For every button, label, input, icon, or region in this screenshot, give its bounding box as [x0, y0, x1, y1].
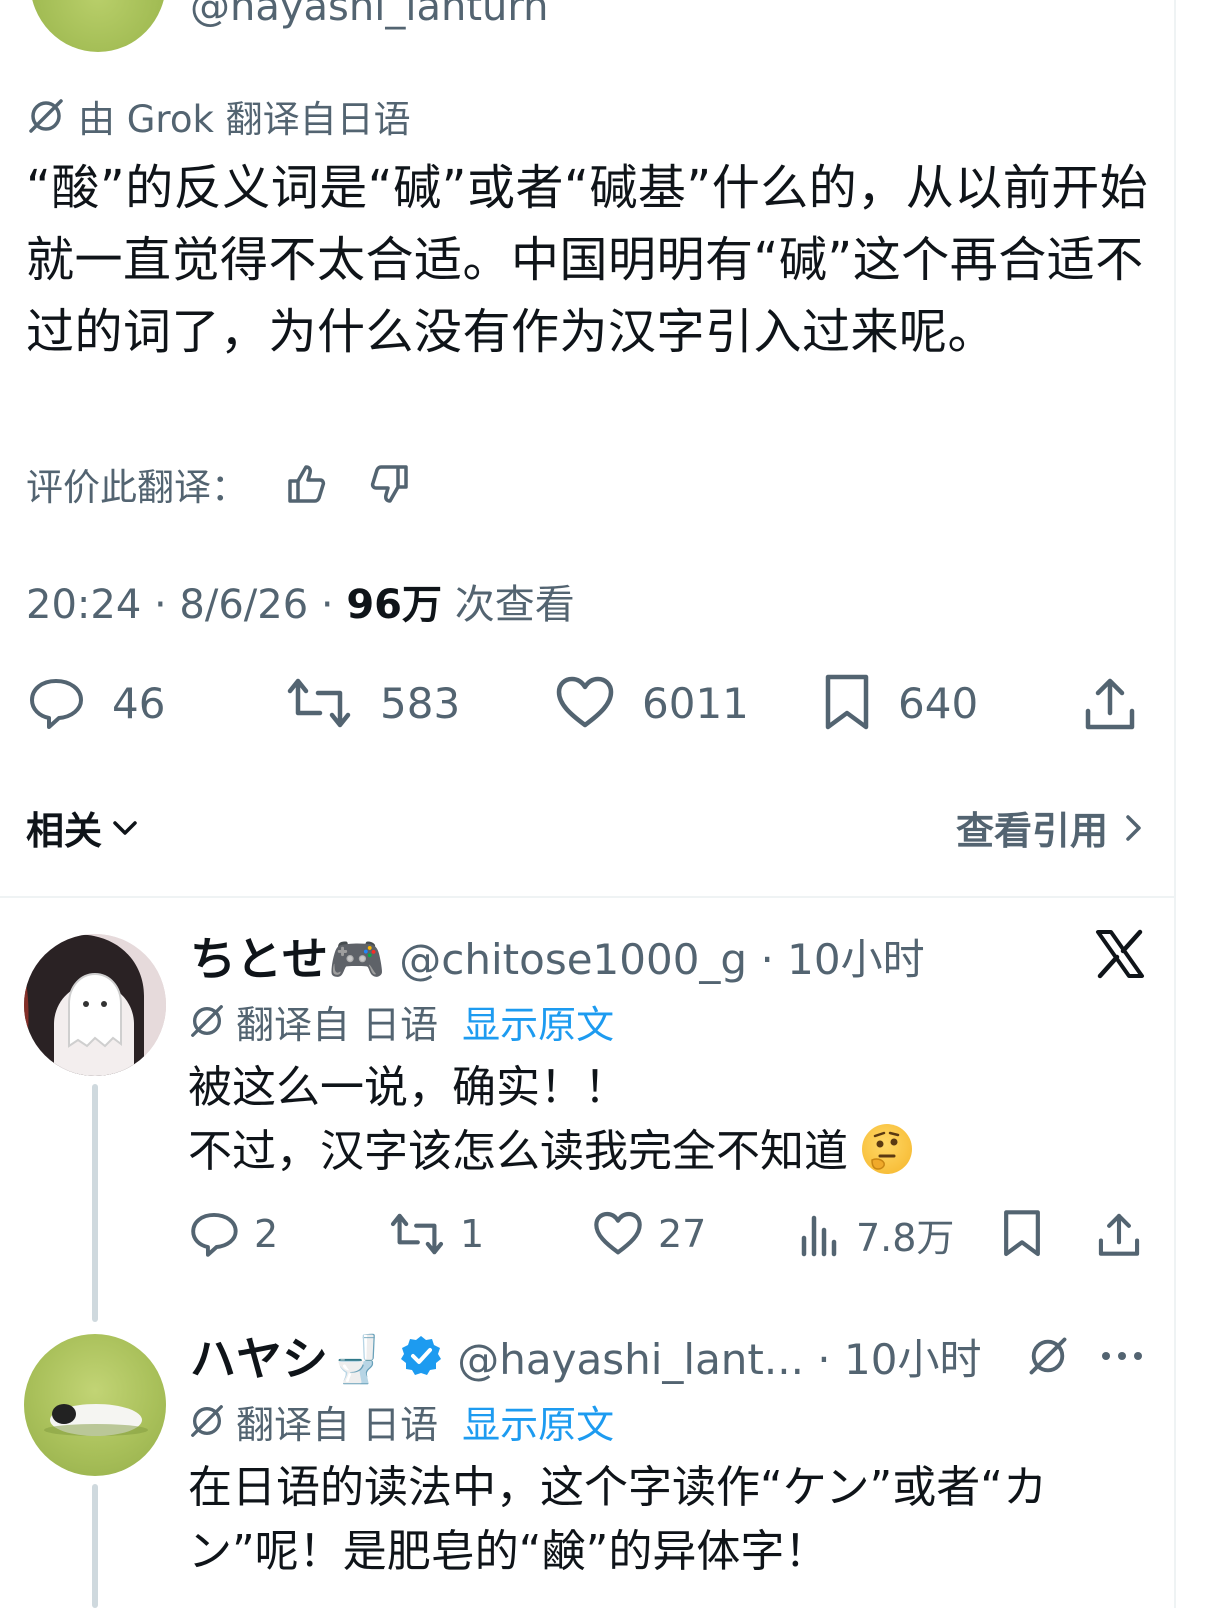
bookmark-icon: [1000, 1209, 1044, 1259]
reply-text-line: 被这么一说，确实！！: [188, 1062, 628, 1113]
translation-note-text: 由 Grok 翻译自日语: [78, 98, 411, 141]
thread-connector: [92, 1484, 98, 1608]
reply-author-name[interactable]: ちとせ🎮: [190, 923, 385, 989]
chevron-down-icon: [110, 813, 140, 843]
thinking-face-icon: [862, 1124, 912, 1174]
reply-button[interactable]: 2: [188, 1204, 278, 1264]
views-label: 次查看: [441, 582, 575, 628]
reply-avatar[interactable]: [24, 934, 166, 1076]
grok-translation-note: 由 Grok 翻译自日语: [26, 94, 411, 141]
reply-author-handle[interactable]: @hayashi_lant... · 10小时: [457, 1326, 981, 1387]
views-count: 96万: [346, 582, 442, 628]
reply-translation-note: 翻译自 日语 显示原文: [188, 994, 614, 1049]
timeline-border: [1174, 0, 1176, 1608]
reply-icon: [188, 1208, 240, 1260]
rate-label: 评价此翻译：: [26, 466, 248, 509]
show-original-link[interactable]: 显示原文: [462, 994, 614, 1049]
reply-count: 2: [254, 1212, 279, 1256]
bookmark-count: 640: [898, 678, 979, 728]
retweet-button[interactable]: 583: [284, 668, 460, 738]
retweet-count: 1: [460, 1212, 485, 1256]
heart-icon: [554, 673, 616, 733]
rate-translation: 评价此翻译：: [26, 458, 412, 510]
related-label: 相关: [26, 809, 103, 853]
heart-icon: [592, 1209, 644, 1259]
view-quotes-link[interactable]: 查看引用: [956, 800, 1146, 855]
share-button[interactable]: [1082, 668, 1138, 738]
reply-text-line: 在日语的读法中，这个字读作“ケン”或者“カ: [188, 1462, 1048, 1513]
share-button[interactable]: [1096, 1204, 1142, 1264]
reply-text: 被这么一说，确实！！ 不过，汉字该怎么读我完全不知道: [188, 1056, 912, 1184]
section-row: 相关 查看引用: [26, 800, 1146, 855]
reply-icon: [26, 673, 86, 733]
reply-translation-note: 翻译自 日语 显示原文: [188, 1394, 614, 1449]
reply-header: ハヤシ🚽 @hayashi_lant... · 10小时: [190, 1326, 981, 1386]
bookmark-button[interactable]: [1000, 1204, 1044, 1264]
reply-text-line: ン”呢！是肥皂的“鹸”的异体字！: [188, 1526, 829, 1577]
more-icon[interactable]: [1100, 1346, 1144, 1366]
bookmark-icon: [822, 673, 872, 733]
reply-author-handle[interactable]: @chitose1000_g · 10小时: [399, 926, 924, 987]
divider: [0, 896, 1176, 898]
reply-text-line: 不过，汉字该怎么读我完全不知道: [188, 1126, 848, 1177]
author-handle[interactable]: @hayashi_lanturn: [190, 0, 548, 30]
verified-badge-icon: [399, 1334, 443, 1378]
view-quotes-label: 查看引用: [955, 809, 1108, 853]
x-logo-icon[interactable]: [1094, 928, 1146, 980]
translated-from-label: 翻译自 日语: [236, 1402, 439, 1447]
reply-header: ちとせ🎮 @chitose1000_g · 10小时: [190, 926, 925, 986]
translated-from-label: 翻译自 日语: [236, 1002, 439, 1047]
reply-text-line-with-emoji: 不过，汉字该怎么读我完全不知道: [188, 1120, 912, 1184]
show-original-link[interactable]: 显示原文: [462, 1394, 614, 1449]
retweet-icon: [388, 1209, 446, 1259]
related-toggle[interactable]: 相关: [26, 800, 140, 855]
grok-icon: [188, 1402, 236, 1440]
reply-author-name[interactable]: ハヤシ🚽: [190, 1323, 385, 1389]
reply-button[interactable]: 46: [26, 668, 165, 738]
reply-actions: 2 1 27 7.8万: [188, 1204, 1148, 1264]
grok-icon[interactable]: [1026, 1334, 1070, 1378]
tweet-text: “酸”的反义词是“碱”或者“碱基”什么的，从以前开始就一直觉得不太合适。中国明明…: [26, 160, 1149, 360]
reply-avatar[interactable]: [24, 1334, 166, 1476]
thumbs-down-icon[interactable]: [366, 461, 412, 507]
reply-count: 46: [112, 678, 166, 728]
like-button[interactable]: 6011: [554, 668, 749, 738]
share-icon: [1096, 1209, 1142, 1259]
grok-icon: [26, 96, 78, 136]
grok-icon: [188, 1002, 236, 1040]
chevron-right-icon: [1122, 811, 1146, 845]
like-count: 6011: [642, 678, 749, 728]
bookmark-button[interactable]: 640: [822, 668, 978, 738]
retweet-count: 583: [380, 678, 461, 728]
thumbs-up-icon[interactable]: [284, 461, 330, 507]
like-button[interactable]: 27: [592, 1204, 706, 1264]
views-button[interactable]: 7.8万: [798, 1204, 954, 1264]
views-count: 7.8万: [856, 1215, 955, 1260]
retweet-button[interactable]: 1: [388, 1204, 484, 1264]
tweet-timestamp[interactable]: 20:24 · 8/6/26 ·: [26, 582, 346, 628]
tweet-meta: 20:24 · 8/6/26 · 96万 次查看: [26, 572, 575, 630]
author-avatar[interactable]: [30, 0, 166, 52]
tweet-actions: 46 583 6011 640: [26, 668, 1146, 738]
share-icon: [1082, 673, 1138, 733]
views-icon: [798, 1210, 842, 1258]
reply-text: 在日语的读法中，这个字读作“ケン”或者“カ ン”呢！是肥皂的“鹸”的异体字！: [188, 1456, 1148, 1584]
retweet-icon: [284, 673, 354, 733]
like-count: 27: [658, 1212, 707, 1256]
thread-connector: [92, 1084, 98, 1322]
